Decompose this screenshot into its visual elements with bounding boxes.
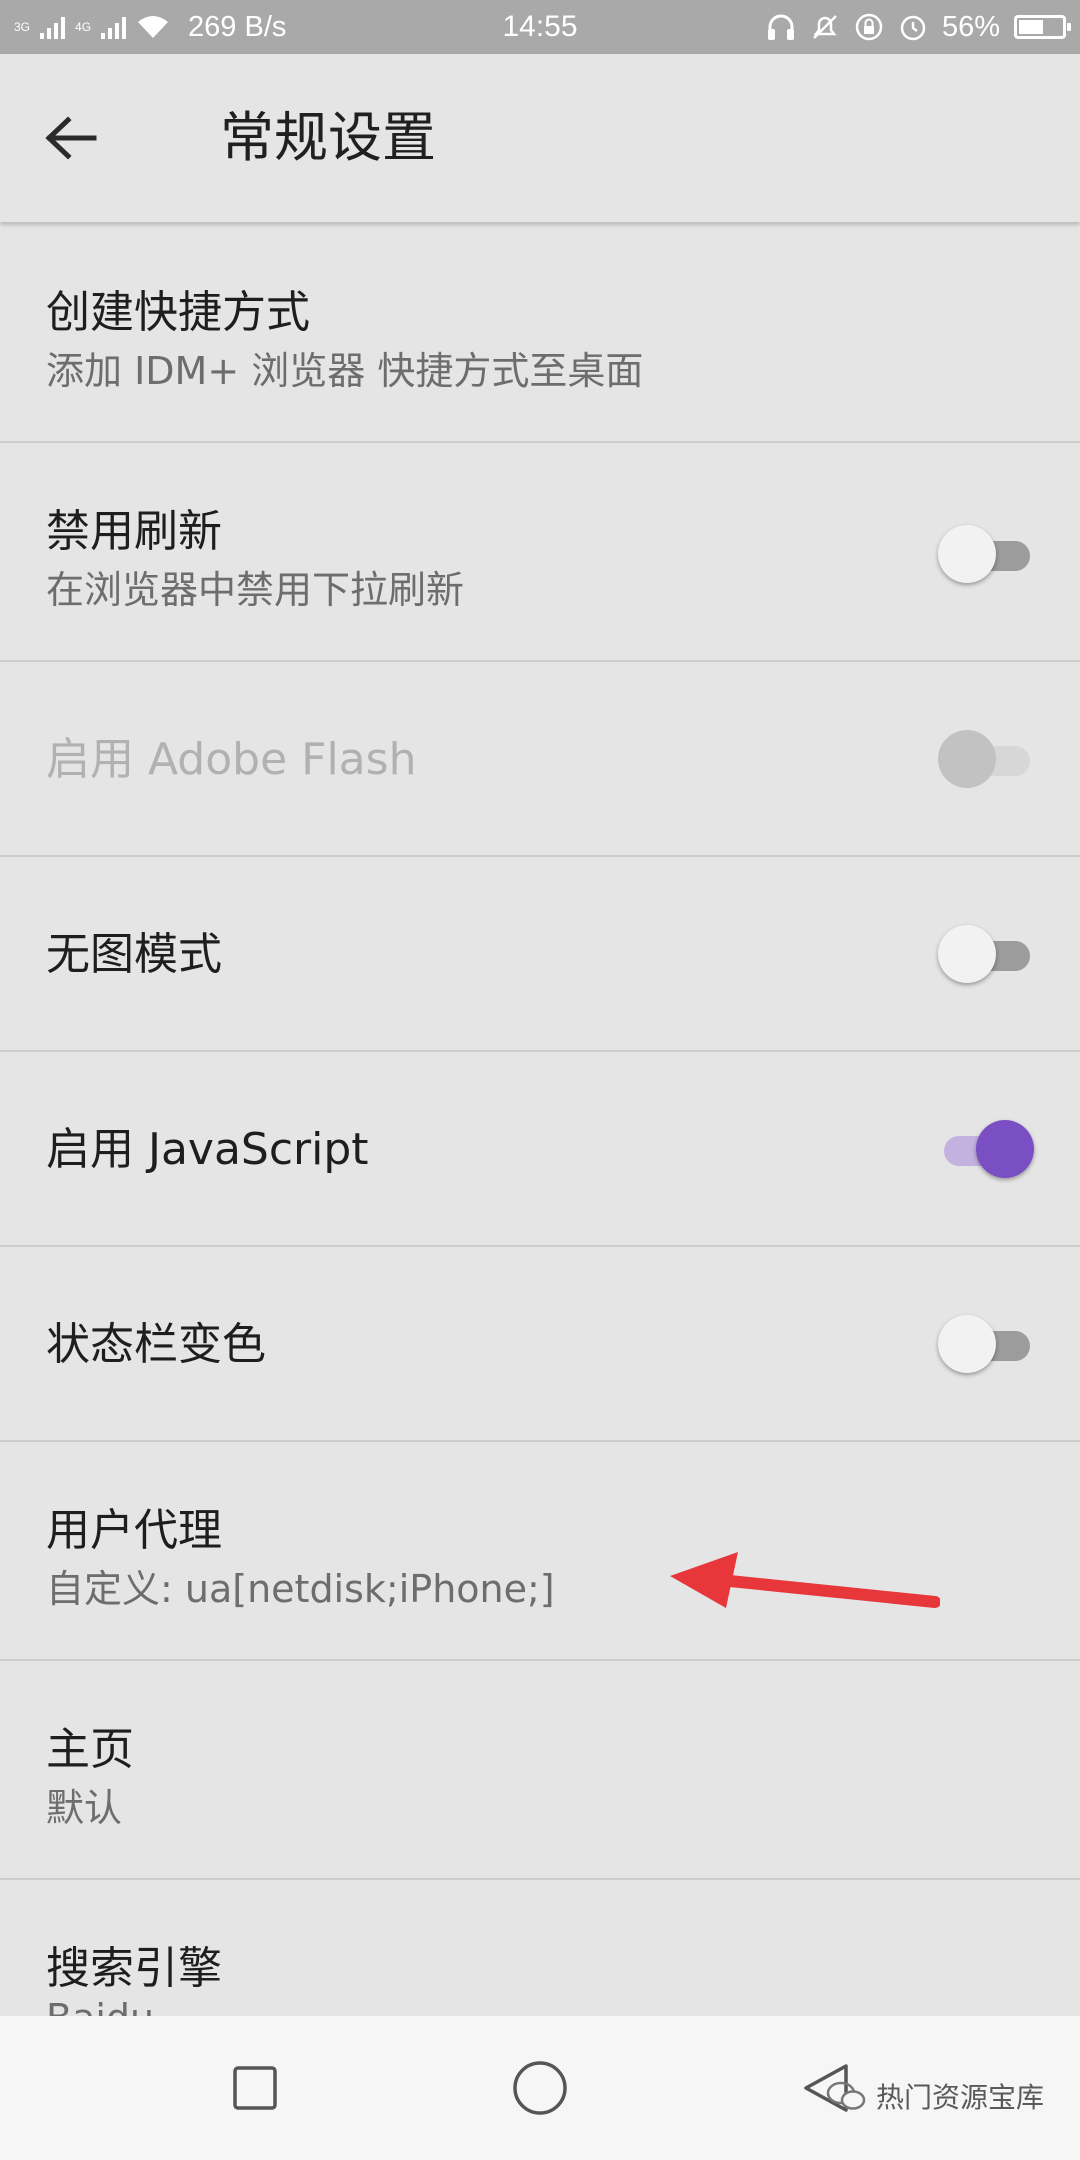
setting-no-image-mode[interactable]: 无图模式 — [0, 857, 1080, 1052]
watermark: 热门资源宝库 — [826, 2076, 1044, 2116]
app-bar: 常规设置 — [0, 54, 1080, 222]
setting-summary: 添加 IDM+ 浏览器 快捷方式至桌面 — [46, 349, 644, 393]
setting-label: 启用 JavaScript — [46, 1124, 369, 1175]
rotation-lock-icon — [855, 13, 883, 41]
setting-create-shortcut[interactable]: 创建快捷方式 添加 IDM+ 浏览器 快捷方式至桌面 — [0, 224, 1080, 443]
battery-icon — [1014, 15, 1071, 39]
setting-label: 状态栏变色 — [46, 1319, 266, 1370]
setting-label: 启用 Adobe Flash — [46, 734, 417, 785]
back-button[interactable] — [44, 106, 124, 170]
mute-icon — [813, 15, 837, 39]
alarm-icon — [900, 15, 926, 41]
home-button[interactable] — [504, 2052, 576, 2124]
setting-summary: 自定义: ua[netdisk;iPhone;] — [46, 1567, 555, 1611]
setting-summary: 在浏览器中禁用下拉刷新 — [46, 568, 465, 612]
setting-label: 禁用刷新 — [46, 506, 222, 557]
setting-javascript[interactable]: 启用 JavaScript — [0, 1052, 1080, 1247]
disable-refresh-toggle[interactable] — [938, 523, 1034, 585]
setting-label: 主页 — [46, 1724, 134, 1775]
setting-label: 创建快捷方式 — [46, 287, 310, 338]
setting-label: 搜索引擎 — [46, 1943, 222, 1994]
headphones-icon — [767, 14, 794, 40]
settings-list: 创建快捷方式 添加 IDM+ 浏览器 快捷方式至桌面 禁用刷新 在浏览器中禁用下… — [0, 224, 1080, 2099]
page-title: 常规设置 — [220, 106, 436, 169]
adobe-flash-toggle — [938, 728, 1034, 790]
wechat-icon — [826, 2081, 866, 2110]
arrow-left-icon — [45, 116, 97, 160]
watermark-text: 热门资源宝库 — [875, 2081, 1044, 2114]
setting-label: 用户代理 — [46, 1505, 222, 1556]
setting-status-bar-color[interactable]: 状态栏变色 — [0, 1247, 1080, 1442]
setting-homepage[interactable]: 主页 默认 — [0, 1661, 1080, 1880]
no-image-mode-toggle[interactable] — [938, 923, 1034, 985]
annotation-arrow — [670, 1552, 940, 1608]
setting-label: 无图模式 — [46, 929, 222, 980]
status-right: 56% — [766, 0, 1071, 54]
setting-disable-refresh[interactable]: 禁用刷新 在浏览器中禁用下拉刷新 — [0, 443, 1080, 662]
status-bar: 3G 4G 269 B/s 14:55 56% — [0, 0, 1080, 54]
battery-percent: 56% — [941, 10, 1000, 43]
setting-summary: 默认 — [46, 1786, 123, 1830]
setting-adobe-flash: 启用 Adobe Flash — [0, 662, 1080, 857]
status-bar-color-toggle[interactable] — [938, 1313, 1034, 1375]
recents-button[interactable] — [219, 2052, 291, 2124]
square-icon — [233, 2066, 277, 2110]
javascript-toggle[interactable] — [938, 1118, 1034, 1180]
circle-icon — [513, 2061, 567, 2115]
